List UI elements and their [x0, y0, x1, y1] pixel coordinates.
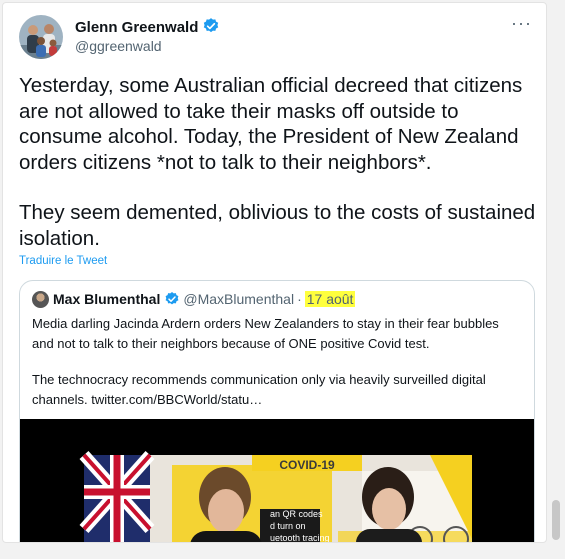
- author-handle[interactable]: @ggreenwald: [75, 38, 162, 54]
- video-banner-text: COVID-19: [279, 458, 335, 472]
- tweet-paragraph: Yesterday, some Australian official decr…: [19, 74, 523, 174]
- more-options-icon[interactable]: ···: [511, 13, 532, 34]
- video-frame: COVID-19 an QR codes d turn on uetooth t…: [20, 419, 534, 543]
- translate-tweet-link[interactable]: Traduire le Tweet: [19, 255, 107, 267]
- quoted-video[interactable]: COVID-19 an QR codes d turn on uetooth t…: [20, 419, 534, 543]
- page-scrollbar[interactable]: [547, 0, 565, 559]
- quoted-paragraph: The technocracy recommends communication…: [32, 372, 486, 407]
- video-sign-line: uetooth tracing: [270, 533, 330, 543]
- quoted-tweet-text: Media darling Jacinda Ardern orders New …: [32, 314, 524, 409]
- scrollbar-thumb[interactable]: [552, 500, 560, 540]
- verified-badge-icon: [204, 18, 219, 33]
- quoted-tweet-header: Max Blumenthal @MaxBlumenthal · 17 août: [32, 291, 356, 311]
- separator-dot: ·: [297, 291, 302, 307]
- tweet-text: Yesterday, some Australian official decr…: [19, 73, 539, 251]
- quoted-author-avatar[interactable]: [32, 291, 49, 308]
- avatar-photo: [19, 15, 63, 59]
- quoted-author-name[interactable]: Max Blumenthal: [53, 291, 160, 307]
- tweet-paragraph: They seem demented, oblivious to the cos…: [19, 201, 536, 250]
- tweet-card: Glenn Greenwald @ggreenwald ··· Yesterda…: [2, 2, 547, 543]
- video-sign-line: an QR codes: [270, 509, 323, 519]
- verified-badge-icon: [165, 292, 179, 305]
- video-sign-line: d turn on: [270, 521, 306, 531]
- quoted-tweet-date[interactable]: 17 août: [304, 291, 356, 307]
- quoted-paragraph: Media darling Jacinda Ardern orders New …: [32, 316, 499, 351]
- quoted-tweet[interactable]: Max Blumenthal @MaxBlumenthal · 17 août Med…: [19, 280, 535, 543]
- quoted-author-handle[interactable]: @MaxBlumenthal: [183, 291, 294, 307]
- author-name-row[interactable]: Glenn Greenwald: [75, 17, 220, 36]
- author-name[interactable]: Glenn Greenwald: [75, 19, 198, 36]
- author-avatar[interactable]: [19, 15, 63, 59]
- new-zealand-flag: [79, 451, 155, 542]
